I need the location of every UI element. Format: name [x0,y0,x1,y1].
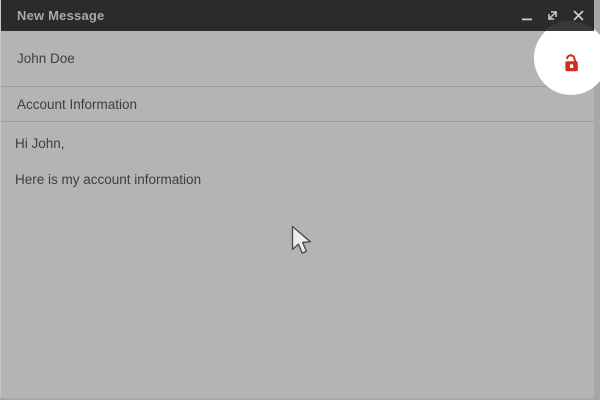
minimize-icon[interactable] [519,8,534,23]
body-line: Hi John, [15,136,65,151]
mouse-cursor-icon [291,225,313,262]
compose-window: John Doe Account Information Hi John, He… [0,0,600,398]
recipient-field[interactable]: John Doe [1,31,594,87]
close-icon[interactable] [571,8,586,23]
expand-icon[interactable] [545,8,560,23]
screen: John Doe Account Information Hi John, He… [0,0,600,400]
unlock-glyph [565,54,578,72]
body-line: Here is my account information [15,172,202,187]
subject-value: Account Information [17,96,138,112]
window-controls [519,0,586,31]
subject-field[interactable]: Account Information [1,87,594,122]
recipient-value: John Doe [17,51,75,66]
titlebar[interactable]: New Message [1,0,594,31]
window-title: New Message [17,8,105,23]
unlocked-padlock-icon[interactable] [560,50,583,75]
